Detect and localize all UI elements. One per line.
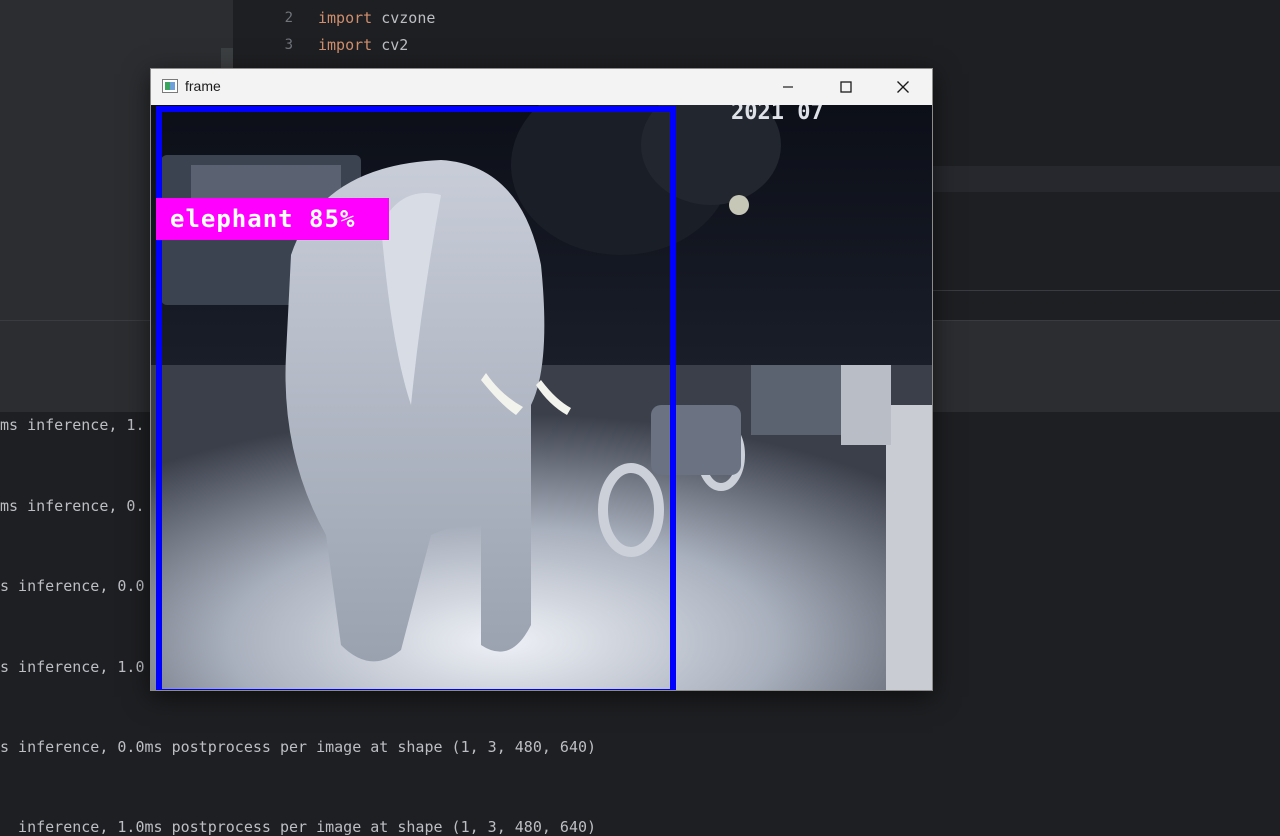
close-button[interactable] [874, 69, 932, 105]
console-line: s inference, 0.0ms postprocess per image… [0, 738, 597, 756]
module-name: cv2 [372, 36, 409, 54]
maximize-button[interactable] [817, 69, 875, 105]
code-line: import cvzone [318, 9, 435, 27]
minimize-button[interactable] [759, 69, 817, 105]
close-icon [897, 81, 909, 93]
opencv-frame-window[interactable]: frame 2021 07 elephant 85% [150, 68, 933, 691]
console-line: s inference, 0.0 [0, 577, 145, 595]
console-line: ms inference, 1. [0, 416, 145, 434]
console-line: ms inference, 0. [0, 497, 145, 515]
camera-timestamp: 2021 07 [731, 105, 824, 125]
console-line: s inference, 1.0 [0, 658, 145, 676]
keyword: import [318, 9, 373, 27]
module-name: cvzone [372, 9, 436, 27]
app-icon [162, 79, 178, 93]
sidebar-scrollbar[interactable] [221, 48, 233, 68]
window-title: frame [185, 78, 221, 94]
window-titlebar[interactable]: frame [151, 69, 932, 105]
video-frame: 2021 07 elephant 85% [151, 105, 932, 690]
detection-bounding-box [156, 106, 676, 690]
keyword: import [318, 36, 373, 54]
console-line: inference, 1.0ms postprocess per image a… [0, 818, 597, 836]
line-number: 3 [284, 37, 293, 53]
detection-label: elephant 85% [156, 198, 389, 240]
maximize-icon [840, 81, 852, 93]
line-number: 2 [284, 10, 293, 26]
minimize-icon [783, 86, 793, 88]
code-line: import cv2 [318, 36, 408, 54]
